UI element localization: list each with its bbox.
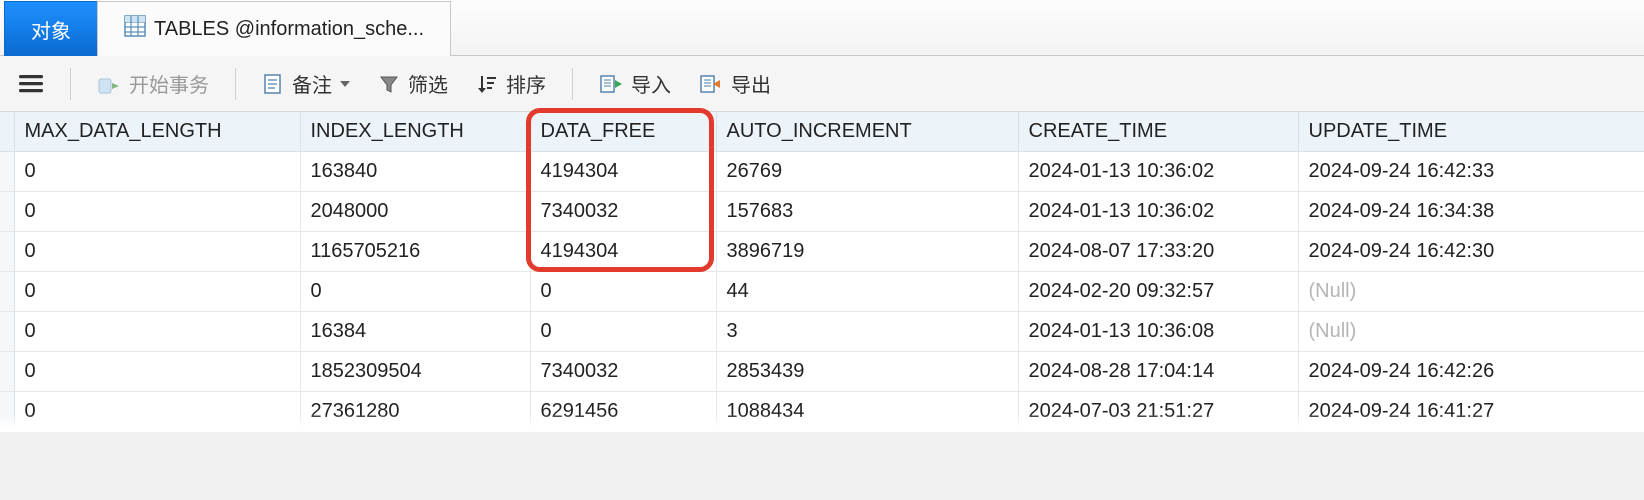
col-label: INDEX_LENGTH: [311, 120, 464, 142]
table-row[interactable]: 01852309504734003228534392024-08-28 17:0…: [0, 352, 1644, 392]
cell-auto-increment[interactable]: 3896719: [716, 232, 1018, 272]
cell-max-data-length[interactable]: 0: [14, 152, 300, 192]
table-row[interactable]: 000442024-02-20 09:32:57(Null): [0, 272, 1644, 312]
begin-transaction-button[interactable]: 开始事务: [95, 65, 211, 102]
col-data-free[interactable]: DATA_FREE: [530, 112, 716, 152]
cell-update-time[interactable]: (Null): [1298, 312, 1644, 352]
table-row[interactable]: 01165705216419430438967192024-08-07 17:3…: [0, 232, 1644, 272]
filter-label: 筛选: [408, 69, 448, 98]
import-icon: [599, 73, 623, 95]
toolbar: 开始事务 备注 筛选 排序: [0, 56, 1644, 112]
col-index-length[interactable]: INDEX_LENGTH: [300, 112, 530, 152]
cell-index-length[interactable]: 1852309504: [300, 352, 530, 392]
fade-overlay: [0, 414, 1644, 432]
funnel-icon: [378, 73, 400, 95]
cell-auto-increment[interactable]: 26769: [716, 152, 1018, 192]
cell-index-length[interactable]: 16384: [300, 312, 530, 352]
row-header-corner: [0, 112, 14, 152]
cell-max-data-length[interactable]: 0: [14, 272, 300, 312]
col-create-time[interactable]: CREATE_TIME: [1018, 112, 1298, 152]
cell-index-length[interactable]: 1165705216: [300, 232, 530, 272]
cell-update-time[interactable]: (Null): [1298, 272, 1644, 312]
tab-bar: 对象 TABLES @information_sche...: [0, 0, 1644, 56]
cell-data-free[interactable]: 7340032: [530, 192, 716, 232]
cell-auto-increment[interactable]: 2853439: [716, 352, 1018, 392]
export-button[interactable]: 导出: [697, 65, 773, 102]
cell-data-free[interactable]: 7340032: [530, 352, 716, 392]
col-label: DATA_FREE: [541, 120, 656, 142]
sort-icon: [476, 73, 498, 95]
cell-index-length[interactable]: 163840: [300, 152, 530, 192]
table-tab-icon: [124, 15, 146, 43]
memo-icon: [262, 73, 284, 95]
cell-update-time[interactable]: 2024-09-24 16:42:26: [1298, 352, 1644, 392]
col-max-data-length[interactable]: MAX_DATA_LENGTH: [14, 112, 300, 152]
row-header[interactable]: [0, 352, 14, 392]
tab-objects[interactable]: 对象: [4, 1, 98, 56]
transaction-icon: [97, 73, 121, 95]
filter-button[interactable]: 筛选: [376, 65, 450, 102]
cell-update-time[interactable]: 2024-09-24 16:42:33: [1298, 152, 1644, 192]
cell-data-free[interactable]: 4194304: [530, 232, 716, 272]
table-row[interactable]: 01638404194304267692024-01-13 10:36:0220…: [0, 152, 1644, 192]
cell-auto-increment[interactable]: 3: [716, 312, 1018, 352]
cell-auto-increment[interactable]: 44: [716, 272, 1018, 312]
menu-button[interactable]: [16, 69, 46, 99]
export-label: 导出: [731, 69, 771, 98]
cell-create-time[interactable]: 2024-01-13 10:36:02: [1018, 192, 1298, 232]
toolbar-separator: [70, 68, 71, 100]
memo-button[interactable]: 备注: [260, 65, 352, 102]
tab-tables-label: TABLES @information_sche...: [154, 18, 424, 41]
cell-data-free[interactable]: 4194304: [530, 152, 716, 192]
data-grid[interactable]: MAX_DATA_LENGTH INDEX_LENGTH DATA_FREE A…: [0, 112, 1644, 432]
cell-index-length[interactable]: 2048000: [300, 192, 530, 232]
table-row[interactable]: 016384032024-01-13 10:36:08(Null): [0, 312, 1644, 352]
col-label: MAX_DATA_LENGTH: [25, 120, 222, 142]
chevron-down-icon: [340, 81, 350, 87]
cell-create-time[interactable]: 2024-01-13 10:36:02: [1018, 152, 1298, 192]
table-wrapper: MAX_DATA_LENGTH INDEX_LENGTH DATA_FREE A…: [0, 112, 1644, 432]
row-header[interactable]: [0, 312, 14, 352]
sort-label: 排序: [506, 69, 546, 98]
cell-create-time[interactable]: 2024-02-20 09:32:57: [1018, 272, 1298, 312]
table-row[interactable]: 0204800073400321576832024-01-13 10:36:02…: [0, 192, 1644, 232]
cell-max-data-length[interactable]: 0: [14, 232, 300, 272]
row-header[interactable]: [0, 152, 14, 192]
header-row: MAX_DATA_LENGTH INDEX_LENGTH DATA_FREE A…: [0, 112, 1644, 152]
col-label: UPDATE_TIME: [1309, 120, 1448, 142]
col-update-time[interactable]: UPDATE_TIME: [1298, 112, 1644, 152]
tab-tables[interactable]: TABLES @information_sche...: [97, 1, 451, 56]
cell-max-data-length[interactable]: 0: [14, 312, 300, 352]
row-header[interactable]: [0, 192, 14, 232]
cell-max-data-length[interactable]: 0: [14, 352, 300, 392]
col-auto-increment[interactable]: AUTO_INCREMENT: [716, 112, 1018, 152]
toolbar-separator: [235, 68, 236, 100]
cell-max-data-length[interactable]: 0: [14, 192, 300, 232]
import-button[interactable]: 导入: [597, 65, 673, 102]
col-label: AUTO_INCREMENT: [727, 120, 912, 142]
cell-data-free[interactable]: 0: [530, 272, 716, 312]
cell-create-time[interactable]: 2024-01-13 10:36:08: [1018, 312, 1298, 352]
row-header[interactable]: [0, 232, 14, 272]
cell-index-length[interactable]: 0: [300, 272, 530, 312]
sort-button[interactable]: 排序: [474, 65, 548, 102]
tab-objects-label: 对象: [31, 15, 71, 44]
toolbar-separator: [572, 68, 573, 100]
hamburger-icon: [18, 73, 44, 95]
export-icon: [699, 73, 723, 95]
cell-create-time[interactable]: 2024-08-28 17:04:14: [1018, 352, 1298, 392]
cell-create-time[interactable]: 2024-08-07 17:33:20: [1018, 232, 1298, 272]
col-label: CREATE_TIME: [1029, 120, 1168, 142]
row-header[interactable]: [0, 272, 14, 312]
cell-auto-increment[interactable]: 157683: [716, 192, 1018, 232]
begin-transaction-label: 开始事务: [129, 69, 209, 98]
cell-data-free[interactable]: 0: [530, 312, 716, 352]
memo-label: 备注: [292, 69, 332, 98]
cell-update-time[interactable]: 2024-09-24 16:34:38: [1298, 192, 1644, 232]
cell-update-time[interactable]: 2024-09-24 16:42:30: [1298, 232, 1644, 272]
import-label: 导入: [631, 69, 671, 98]
